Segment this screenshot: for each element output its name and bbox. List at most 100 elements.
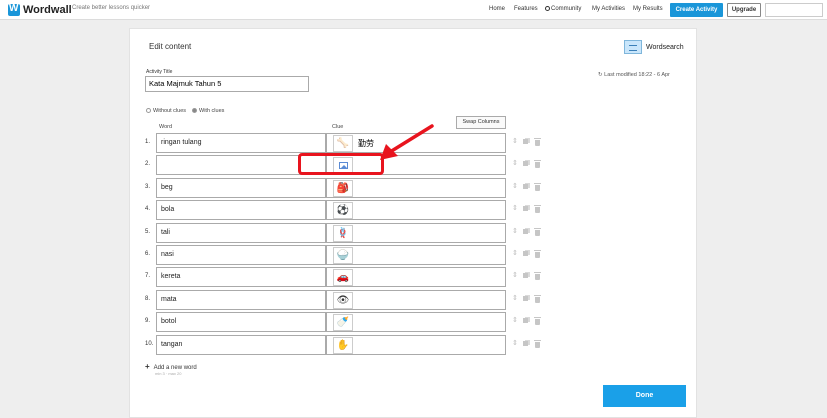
row-tools bbox=[512, 137, 541, 146]
duplicate-icon[interactable] bbox=[523, 295, 530, 303]
duplicate-icon[interactable] bbox=[523, 183, 530, 191]
annotation-arrow-icon bbox=[380, 124, 434, 160]
wordwall-logo[interactable]: Wordwall bbox=[8, 3, 72, 16]
row-tools bbox=[512, 182, 541, 191]
clue-image-glyph: 🎒 bbox=[336, 182, 350, 194]
bag-icon[interactable]: 🎒 bbox=[333, 179, 353, 197]
clue-input[interactable]: 🪢 bbox=[326, 222, 506, 243]
word-row: 6. nasi 🍚 bbox=[130, 245, 698, 265]
rope-icon[interactable]: 🪢 bbox=[333, 224, 353, 242]
clue-input[interactable]: ⚽ bbox=[326, 200, 506, 221]
activity-title-label: Activity Title bbox=[146, 69, 173, 75]
done-button[interactable]: Done bbox=[603, 385, 686, 407]
clue-mode-radios: Without clues With clues bbox=[146, 108, 224, 114]
delete-icon[interactable] bbox=[534, 294, 541, 303]
logo-text: Wordwall bbox=[23, 4, 72, 16]
bone-icon[interactable]: 🦴 bbox=[333, 135, 353, 152]
word-input[interactable]: beg bbox=[156, 177, 326, 198]
move-handle-icon[interactable] bbox=[512, 159, 519, 168]
move-handle-icon[interactable] bbox=[512, 204, 519, 213]
radio-selected-icon bbox=[192, 108, 198, 113]
row-number: 10. bbox=[145, 340, 154, 347]
radio-without-clues[interactable]: Without clues bbox=[146, 108, 186, 114]
row-tools bbox=[512, 204, 541, 214]
duplicate-icon[interactable] bbox=[523, 317, 530, 325]
move-handle-icon[interactable] bbox=[512, 227, 519, 236]
duplicate-icon[interactable] bbox=[523, 250, 530, 258]
nav-home[interactable]: Home bbox=[489, 6, 505, 12]
duplicate-icon[interactable] bbox=[523, 340, 530, 348]
nav-community[interactable]: Community bbox=[545, 6, 581, 12]
move-handle-icon[interactable] bbox=[512, 182, 519, 191]
add-word-button[interactable]: + Add a new word bbox=[145, 362, 197, 371]
duplicate-icon[interactable] bbox=[523, 138, 530, 146]
template-indicator[interactable]: Wordsearch bbox=[624, 40, 684, 54]
move-handle-icon[interactable] bbox=[512, 339, 519, 348]
clue-input[interactable]: 🍼 bbox=[326, 312, 506, 333]
top-search-input[interactable] bbox=[765, 3, 823, 17]
row-number: 7. bbox=[145, 273, 151, 280]
duplicate-icon[interactable] bbox=[523, 272, 530, 280]
clue-input[interactable]: 🎒 bbox=[326, 177, 506, 198]
hand-icon[interactable]: ✋ bbox=[333, 336, 353, 354]
delete-icon[interactable] bbox=[534, 339, 541, 348]
clue-input[interactable]: 🍚 bbox=[326, 245, 506, 265]
delete-icon[interactable] bbox=[534, 317, 541, 326]
word-input[interactable]: ringan tulang bbox=[156, 133, 326, 153]
row-number: 8. bbox=[145, 295, 151, 302]
clue-input[interactable]: 👁 bbox=[326, 289, 506, 310]
word-row: 4. bola ⚽ bbox=[130, 200, 698, 221]
duplicate-icon[interactable] bbox=[523, 228, 530, 236]
delete-icon[interactable] bbox=[534, 250, 541, 258]
move-handle-icon[interactable] bbox=[512, 271, 519, 280]
delete-icon[interactable] bbox=[534, 272, 541, 281]
radio-without-clues-label: Without clues bbox=[153, 108, 187, 114]
column-header-clue: Clue bbox=[332, 124, 344, 130]
delete-icon[interactable] bbox=[534, 138, 541, 146]
nav-features[interactable]: Features bbox=[514, 6, 538, 12]
clue-image-glyph: 🦴 bbox=[336, 138, 350, 149]
word-input[interactable]: kereta bbox=[156, 267, 326, 288]
radio-with-clues[interactable]: With clues bbox=[192, 108, 224, 114]
create-activity-button[interactable]: Create Activity bbox=[670, 3, 723, 17]
delete-icon[interactable] bbox=[534, 182, 541, 191]
word-input[interactable]: botol bbox=[156, 312, 326, 333]
row-tools bbox=[512, 249, 541, 258]
nav-community-label: Community bbox=[551, 6, 582, 12]
activity-title-input[interactable]: Kata Majmuk Tahun 5 bbox=[145, 76, 309, 92]
upgrade-button[interactable]: Upgrade bbox=[727, 3, 761, 17]
clue-image-glyph: 🍚 bbox=[336, 250, 350, 261]
nav-my-activities[interactable]: My Activities bbox=[592, 6, 625, 12]
word-input[interactable]: mata bbox=[156, 289, 326, 310]
clue-input[interactable]: ✋ bbox=[326, 334, 506, 355]
delete-icon[interactable] bbox=[534, 227, 541, 236]
car-icon[interactable]: 🚗 bbox=[333, 269, 353, 287]
duplicate-icon[interactable] bbox=[523, 160, 530, 168]
word-row: 5. tali 🪢 bbox=[130, 222, 698, 243]
bottle-icon[interactable]: 🍼 bbox=[333, 314, 353, 332]
duplicate-icon[interactable] bbox=[523, 205, 530, 213]
swap-columns-button[interactable]: Swap Columns bbox=[456, 116, 506, 129]
row-number: 9. bbox=[145, 318, 151, 325]
ball-icon[interactable]: ⚽ bbox=[333, 202, 353, 220]
clue-image-glyph: 🪢 bbox=[336, 227, 350, 239]
row-number: 2. bbox=[145, 161, 151, 168]
rice-icon[interactable]: 🍚 bbox=[333, 247, 353, 264]
tagline: Create better lessons quicker bbox=[72, 5, 151, 11]
move-handle-icon[interactable] bbox=[512, 249, 519, 258]
word-input[interactable]: nasi bbox=[156, 245, 326, 265]
word-input[interactable]: tangan bbox=[156, 334, 326, 355]
nav-my-results[interactable]: My Results bbox=[633, 6, 663, 12]
radio-with-clues-label: With clues bbox=[199, 108, 225, 114]
eye-icon[interactable]: 👁 bbox=[333, 291, 353, 309]
word-row: 9. botol 🍼 bbox=[130, 312, 698, 333]
word-input[interactable]: tali bbox=[156, 222, 326, 243]
word-input[interactable]: bola bbox=[156, 200, 326, 221]
delete-icon[interactable] bbox=[534, 160, 541, 169]
clue-input[interactable]: 🚗 bbox=[326, 267, 506, 288]
move-handle-icon[interactable] bbox=[512, 294, 519, 303]
move-handle-icon[interactable] bbox=[512, 316, 519, 325]
clue-image-glyph: 🍼 bbox=[336, 317, 350, 329]
delete-icon[interactable] bbox=[534, 205, 541, 214]
move-handle-icon[interactable] bbox=[512, 137, 519, 146]
